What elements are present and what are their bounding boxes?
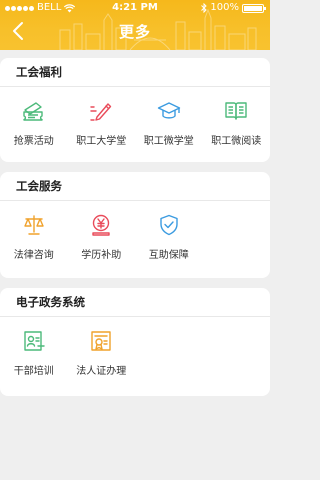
shield-check-icon	[160, 214, 178, 236]
legal-person-certificate-button[interactable]: 法人证办理	[68, 329, 136, 377]
ticket-icon	[23, 102, 43, 121]
item-label: 法人证办理	[76, 366, 127, 377]
nav-bar: 更多	[0, 16, 270, 46]
item-label: 职工微阅读	[211, 136, 262, 147]
yen-coin-icon	[92, 214, 110, 236]
staff-micro-class-button[interactable]: 职工微学堂	[135, 99, 203, 147]
open-book-icon	[225, 102, 247, 120]
staff-university-button[interactable]: 职工大学堂	[68, 99, 136, 147]
id-card-icon	[24, 331, 45, 351]
battery-percent: 100%	[210, 2, 239, 13]
item-label: 学历补助	[81, 250, 122, 261]
scales-icon	[24, 215, 44, 235]
staff-micro-reading-button[interactable]: 职工微阅读	[203, 99, 271, 147]
item-label: 职工大学堂	[76, 136, 127, 147]
item-label: 职工微学堂	[143, 136, 194, 147]
section-title: 工会福利	[0, 58, 270, 87]
graduation-cap-icon	[157, 102, 180, 119]
pen-icon	[90, 103, 112, 121]
item-label: 干部培训	[13, 366, 54, 377]
section-union-services: 工会服务 法律咨询 学历补助 互助保障	[0, 172, 270, 278]
certificate-icon	[91, 331, 111, 351]
battery-icon	[242, 3, 266, 13]
item-label: 互助保障	[148, 250, 189, 261]
bluetooth-icon	[201, 3, 208, 13]
status-bar: BELL 4:21 PM 100%	[0, 0, 270, 16]
cadre-training-button[interactable]: 干部培训	[0, 329, 68, 377]
item-label: 法律咨询	[13, 250, 54, 261]
section-title: 电子政务系统	[0, 288, 270, 317]
page-title: 更多	[118, 23, 151, 41]
section-union-welfare: 工会福利 抢票活动 职工大学堂 职工微学堂 职工微阅读	[0, 58, 270, 162]
section-e-government: 电子政务系统 干部培训 法人证办理	[0, 288, 270, 396]
section-title: 工会服务	[0, 172, 270, 201]
education-subsidy-button[interactable]: 学历补助	[68, 213, 136, 261]
mutual-aid-button[interactable]: 互助保障	[135, 213, 203, 261]
legal-consultation-button[interactable]: 法律咨询	[0, 213, 68, 261]
header-bar: BELL 4:21 PM 100% 更多	[0, 0, 270, 50]
item-label: 抢票活动	[13, 136, 54, 147]
ticket-activity-button[interactable]: 抢票活动	[0, 99, 68, 147]
